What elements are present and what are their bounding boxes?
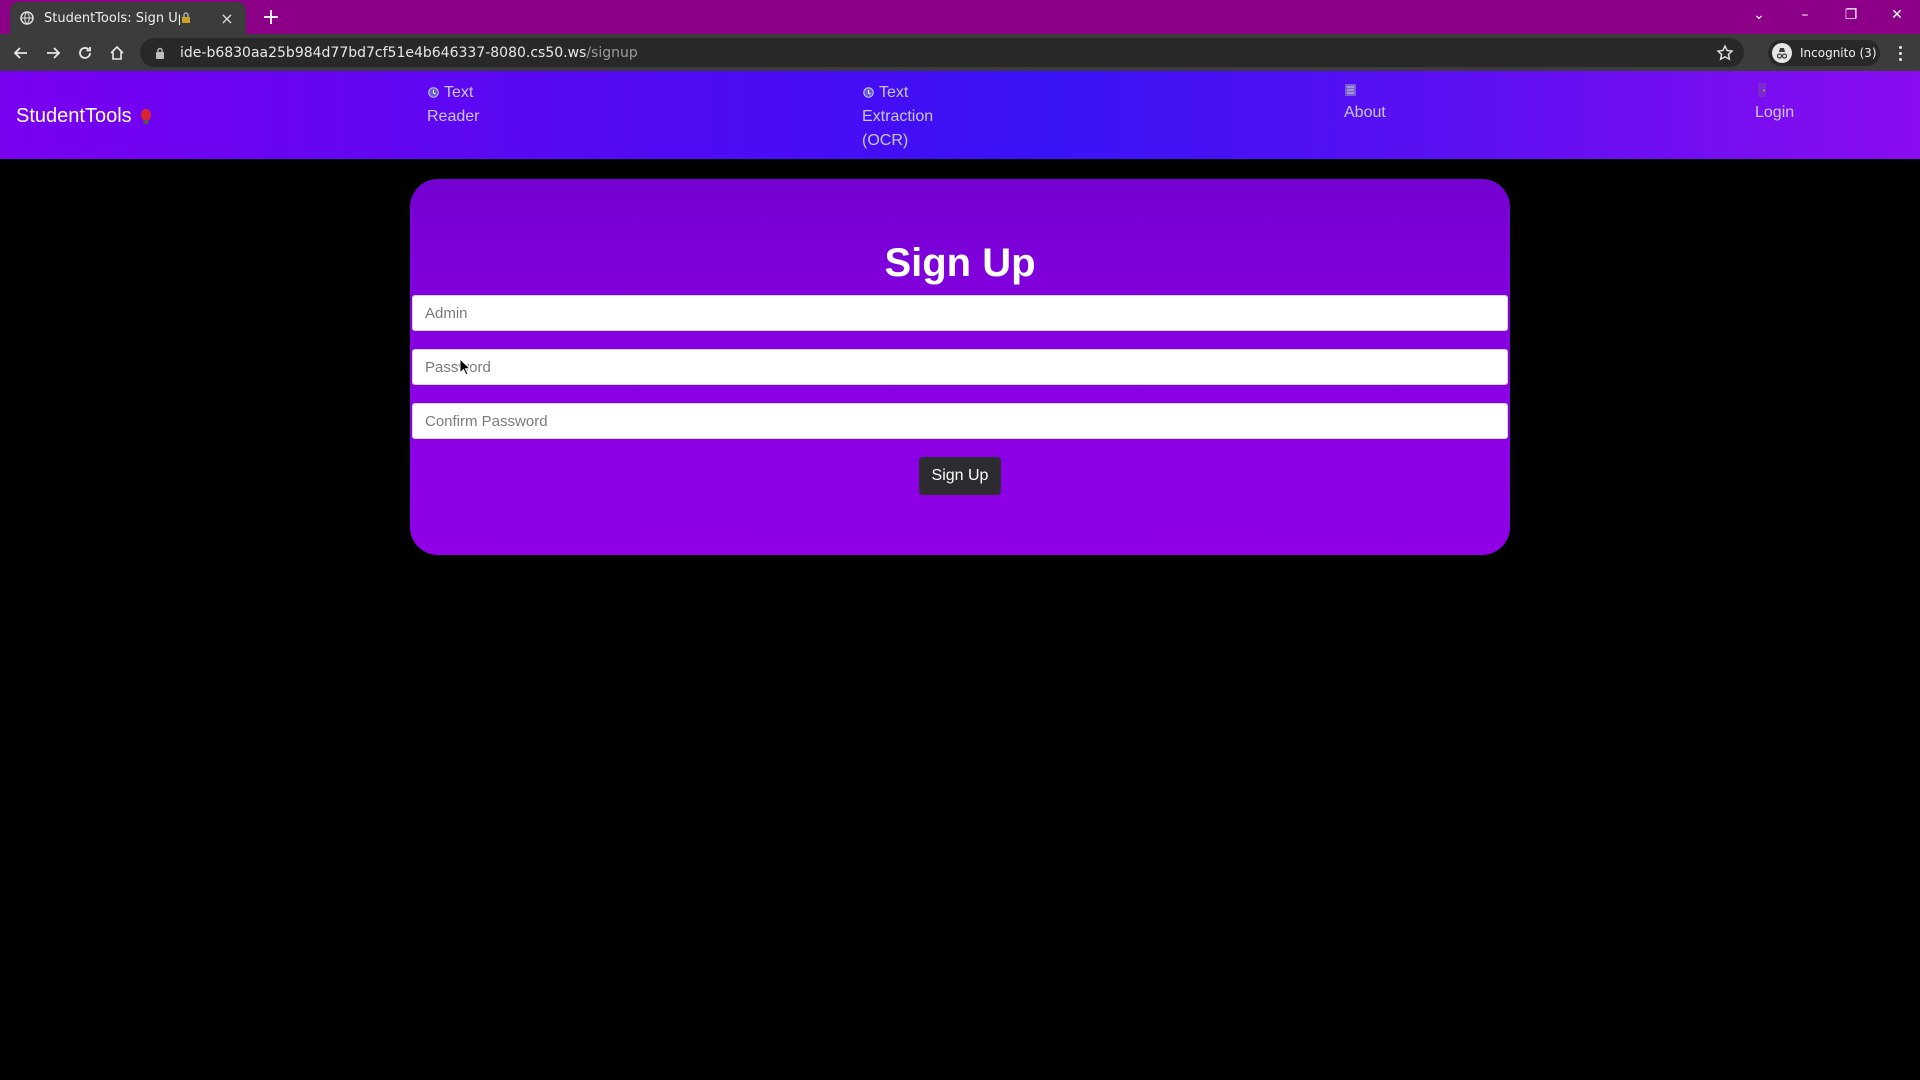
close-tab-icon[interactable]: × [218,9,236,28]
alarm-clock-icon [863,87,874,98]
home-icon [110,45,124,60]
home-button[interactable] [104,40,130,66]
browser-tab-strip: StudentTools: Sign Up × + ⌄ – ❐ ✕ [0,0,1920,34]
nav-link-about[interactable]: About [1344,83,1414,125]
lock-emoji-icon [182,12,190,23]
reload-button[interactable] [72,40,98,66]
restore-button[interactable]: ❐ [1828,0,1874,30]
forward-arrow-icon [47,47,61,59]
tab-search-icon[interactable]: ⌄ [1736,0,1782,30]
reload-icon [79,47,91,59]
tab-title: StudentTools: Sign Up [44,10,180,26]
username-field[interactable] [412,295,1508,331]
url-host: ide-b6830aa25b984d77bd7cf51e4b646337-808… [180,44,587,61]
lightbulb-icon [140,108,151,124]
site-navbar: StudentTools Text Reader Text Extraction… [0,71,1920,159]
globe-icon [20,11,34,25]
lock-icon [156,47,164,59]
brand-link[interactable]: StudentTools [16,105,152,128]
page-title: Sign Up [884,241,1036,285]
nav-link-ocr[interactable]: Text Extraction (OCR) [862,81,958,153]
door-icon [1758,83,1766,97]
confirm-password-field[interactable] [412,403,1508,439]
incognito-badge[interactable]: Incognito (3) [1768,40,1880,66]
nav-link-text-reader[interactable]: Text Reader [427,81,507,129]
book-icon [1345,84,1356,96]
browser-tab-active[interactable]: StudentTools: Sign Up × [10,2,246,34]
browser-toolbar: ide-b6830aa25b984d77bd7cf51e4b646337-808… [0,34,1920,71]
alarm-clock-icon [428,87,439,98]
incognito-label: Incognito (3) [1800,46,1877,60]
nav-link-login[interactable]: Login [1755,83,1825,125]
url-path: /signup [586,44,638,61]
signup-button[interactable]: Sign Up [919,457,1001,495]
browser-menu-button[interactable] [1890,42,1910,64]
forward-button[interactable] [40,40,66,66]
mouse-cursor-icon [459,358,471,376]
nav-link-label: Login [1755,104,1795,121]
bookmark-star-icon[interactable] [1716,44,1734,62]
password-field[interactable] [412,349,1508,385]
signup-card: Sign Up Sign Up [410,179,1510,555]
minimize-button[interactable]: – [1782,0,1828,30]
nav-link-label: About [1344,104,1386,121]
back-button[interactable] [8,40,34,66]
new-tab-button[interactable]: + [258,4,284,30]
address-bar[interactable]: ide-b6830aa25b984d77bd7cf51e4b646337-808… [140,38,1744,67]
incognito-icon [1772,43,1792,63]
close-window-button[interactable]: ✕ [1874,0,1920,30]
back-arrow-icon [13,47,27,59]
brand-name: StudentTools [16,105,132,127]
